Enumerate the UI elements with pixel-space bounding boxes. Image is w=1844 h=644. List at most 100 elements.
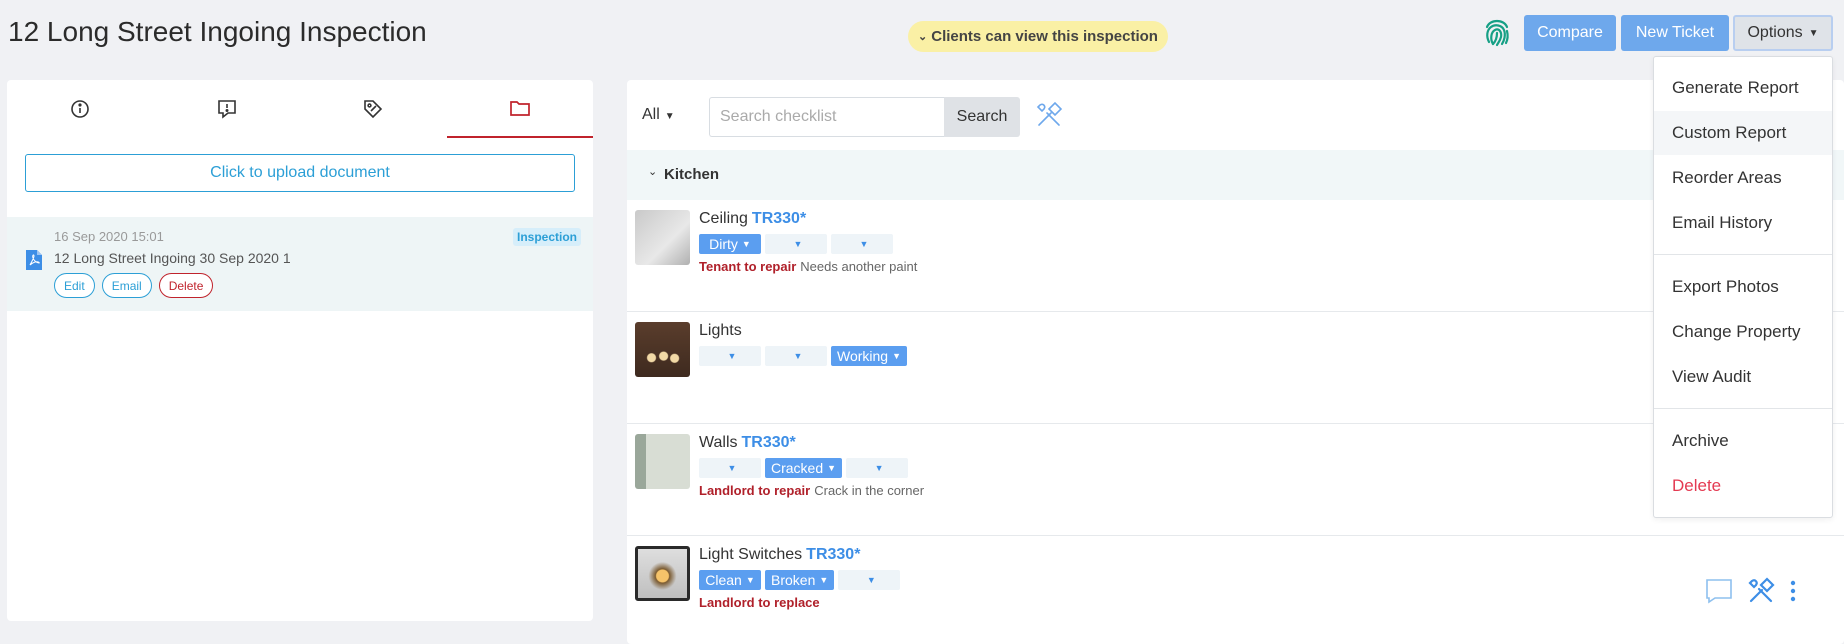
- document-date: 16 Sep 2020 15:01: [54, 229, 164, 244]
- inspection-badge: Inspection: [512, 228, 581, 246]
- delete-document-button[interactable]: Delete: [158, 273, 214, 298]
- options-menu: Generate Report Custom Report Reorder Ar…: [1653, 56, 1833, 518]
- item-note: Landlord to repair Crack in the corner: [699, 483, 924, 498]
- caret-down-icon: ▼: [727, 463, 737, 473]
- caret-down-icon: ▼: [745, 575, 755, 585]
- item-photo[interactable]: [635, 434, 690, 489]
- more-vertical-icon[interactable]: [1789, 580, 1797, 602]
- item-code: TR330*: [751, 210, 807, 227]
- tab-documents[interactable]: [446, 80, 593, 138]
- menu-item-generate-report[interactable]: Generate Report: [1654, 66, 1832, 110]
- item-name-label: Walls: [699, 434, 738, 451]
- tab-info[interactable]: [7, 80, 154, 138]
- chevron-down-icon: ⌄: [918, 31, 928, 43]
- menu-item-export-photos[interactable]: Export Photos: [1654, 265, 1832, 309]
- condition-chip[interactable]: ▼: [765, 234, 827, 254]
- condition-chip[interactable]: ▼: [846, 458, 909, 478]
- document-actions: Edit Email Delete: [54, 273, 214, 298]
- item-code: TR330*: [806, 546, 861, 563]
- condition-chip[interactable]: Broken ▼: [765, 570, 835, 590]
- menu-divider: [1654, 408, 1832, 409]
- note-text: Needs another paint: [800, 259, 918, 274]
- condition-chip[interactable]: Working ▼: [831, 346, 908, 366]
- tag-icon: [364, 100, 383, 119]
- caret-down-icon: ▼: [664, 111, 675, 122]
- item-photo[interactable]: [635, 210, 690, 265]
- chevron-down-icon: ⌄: [648, 166, 658, 178]
- responsibility-label: Tenant to repair: [699, 259, 797, 274]
- condition-chip[interactable]: Cracked ▼: [765, 458, 843, 478]
- caret-down-icon: ▼: [727, 351, 737, 361]
- caret-down-icon: ▼: [866, 575, 876, 585]
- chip-label: Clean: [705, 572, 742, 588]
- menu-item-delete[interactable]: Delete: [1654, 464, 1832, 508]
- email-document-button[interactable]: Email: [101, 273, 152, 298]
- condition-chip[interactable]: ▼: [765, 346, 827, 366]
- tools-icon[interactable]: [1034, 100, 1064, 130]
- fingerprint-icon[interactable]: [1480, 15, 1514, 49]
- menu-divider: [1654, 254, 1832, 255]
- menu-item-reorder-areas[interactable]: Reorder Areas: [1654, 156, 1832, 200]
- compare-button[interactable]: Compare: [1524, 15, 1616, 51]
- menu-item-email-history[interactable]: Email History: [1654, 201, 1832, 245]
- area-name: Kitchen: [664, 166, 720, 183]
- caret-down-icon: ▼: [1808, 27, 1819, 39]
- caret-down-icon: ▼: [793, 239, 803, 249]
- item-chips: ▼ ▼ Working ▼: [699, 346, 908, 366]
- caret-down-icon: ▼: [859, 239, 869, 249]
- caret-down-icon: ▼: [741, 239, 751, 249]
- clients-view-notice[interactable]: ⌄ Clients can view this inspection: [908, 21, 1168, 52]
- menu-item-archive[interactable]: Archive: [1654, 419, 1832, 463]
- menu-item-change-property[interactable]: Change Property: [1654, 310, 1832, 354]
- checklist-item-light-switches: Light Switches TR330* Clean ▼ Broken ▼ ▼ La…: [627, 536, 1844, 644]
- tab-comments[interactable]: [154, 80, 301, 138]
- condition-chip[interactable]: ▼: [838, 570, 901, 590]
- condition-chip[interactable]: ▼: [699, 346, 761, 366]
- condition-chip[interactable]: ▼: [831, 234, 893, 254]
- responsibility-label: Landlord to replace: [699, 595, 820, 610]
- item-name-label: Light Switches: [699, 546, 803, 563]
- caret-down-icon: ▼: [827, 463, 837, 473]
- item-name: Lights: [699, 322, 742, 340]
- item-name: Light Switches TR330*: [699, 546, 860, 564]
- item-note: Landlord to replace: [699, 595, 824, 610]
- documents-panel: Click to upload document 16 Sep 2020 15:…: [7, 80, 593, 621]
- folder-icon: [509, 101, 530, 116]
- document-name[interactable]: 12 Long Street Ingoing 30 Sep 2020 1: [54, 250, 291, 266]
- document-row[interactable]: 16 Sep 2020 15:01 12 Long Street Ingoing…: [7, 217, 593, 311]
- condition-chip[interactable]: ▼: [699, 458, 761, 478]
- new-ticket-button[interactable]: New Ticket: [1621, 15, 1729, 51]
- tools-icon[interactable]: [1747, 577, 1775, 605]
- clients-notice-label: Clients can view this inspection: [931, 28, 1158, 45]
- options-label: Options: [1747, 24, 1803, 41]
- item-photo[interactable]: [635, 546, 690, 601]
- tab-tags[interactable]: [300, 80, 447, 138]
- item-name: Walls TR330*: [699, 434, 796, 452]
- edit-document-button[interactable]: Edit: [54, 273, 95, 298]
- item-note: Tenant to repair Needs another paint: [699, 259, 917, 274]
- search-input[interactable]: [709, 97, 949, 137]
- condition-chip[interactable]: Dirty ▼: [699, 234, 761, 254]
- pdf-file-icon: [26, 250, 42, 270]
- page-title: 12 Long Street Ingoing Inspection: [8, 16, 427, 47]
- responsibility-label: Landlord to repair: [699, 483, 811, 498]
- caret-down-icon: ▼: [892, 351, 902, 361]
- caret-down-icon: ▼: [793, 351, 803, 361]
- menu-item-custom-report[interactable]: Custom Report: [1654, 111, 1832, 155]
- upload-document-button[interactable]: Click to upload document: [25, 154, 575, 192]
- item-name-label: Lights: [699, 322, 742, 339]
- filter-dropdown[interactable]: All ▼: [642, 106, 675, 124]
- note-text: Crack in the corner: [814, 483, 925, 498]
- comment-icon[interactable]: [1705, 578, 1733, 604]
- item-name: Ceiling TR330*: [699, 210, 806, 228]
- item-photo[interactable]: [635, 322, 690, 377]
- chip-label: Dirty: [709, 236, 738, 252]
- menu-item-view-audit[interactable]: View Audit: [1654, 355, 1832, 399]
- item-name-label: Ceiling: [699, 210, 748, 227]
- chip-label: Broken: [771, 572, 816, 588]
- condition-chip[interactable]: Clean ▼: [699, 570, 761, 590]
- options-button[interactable]: Options ▼: [1733, 15, 1833, 51]
- chip-label: Cracked: [771, 460, 824, 476]
- search-button[interactable]: Search: [944, 97, 1020, 137]
- comment-icon: [217, 100, 236, 119]
